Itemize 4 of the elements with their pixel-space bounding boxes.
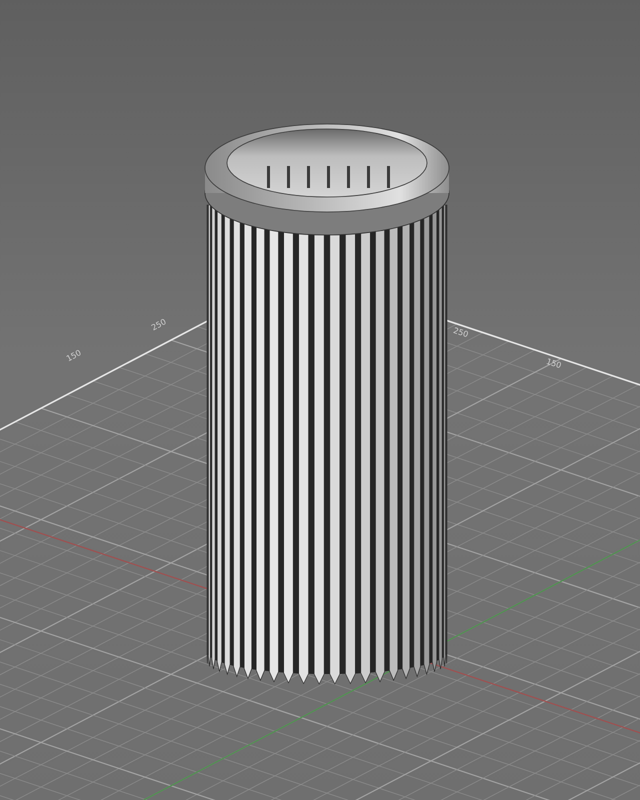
grid-label: 250 xyxy=(150,317,168,332)
grid-label: 150 xyxy=(545,356,562,370)
grid-label: 250 xyxy=(452,326,470,340)
grid-label: 150 xyxy=(64,348,83,364)
